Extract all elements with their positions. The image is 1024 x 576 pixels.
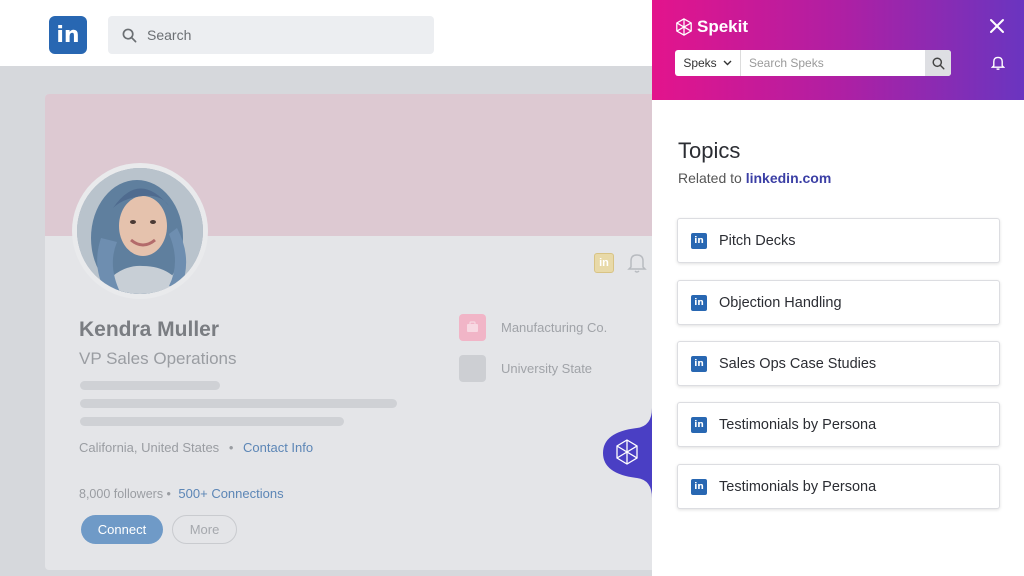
profile-followers-row: 8,000 followers • 500+ Connections — [79, 486, 284, 501]
school-icon — [459, 355, 486, 382]
topic-label: Sales Ops Case Studies — [719, 355, 877, 372]
speks-search-input[interactable] — [741, 50, 925, 76]
topic-card[interactable]: in Pitch Decks — [677, 218, 1000, 263]
speks-search-button[interactable] — [925, 50, 951, 76]
close-icon[interactable] — [989, 18, 1005, 34]
followers-count: 8,000 followers • — [79, 487, 171, 501]
topic-label: Testimonials by Persona — [719, 416, 877, 433]
linkedin-logo[interactable]: in — [49, 16, 87, 54]
linkedin-topbar: in Search — [0, 0, 652, 66]
skeleton-line — [80, 381, 220, 390]
profile-location-row: California, United States • Contact Info — [79, 440, 313, 455]
connect-button[interactable]: Connect — [81, 515, 163, 544]
location-separator: • — [228, 440, 234, 455]
topics-heading: Topics — [678, 138, 741, 163]
search-icon — [122, 28, 137, 42]
bell-icon — [627, 254, 647, 273]
profile-name: Kendra Muller — [79, 318, 220, 341]
related-prefix: Related to — [678, 170, 742, 186]
spekit-logo-icon — [676, 18, 692, 36]
topic-card[interactable]: in Objection Handling — [677, 280, 1000, 325]
topic-label: Objection Handling — [719, 294, 842, 311]
linkedin-icon: in — [691, 355, 707, 372]
skeleton-line — [80, 399, 397, 408]
linkedin-mini-icon: in — [594, 253, 614, 273]
experience-school: University State — [501, 361, 593, 376]
profile-title: VP Sales Operations — [79, 349, 237, 368]
topic-card[interactable]: in Testimonials by Persona — [677, 464, 1000, 509]
topic-card[interactable]: in Testimonials by Persona — [677, 402, 1000, 447]
related-to-text: Related to linkedin.com — [678, 170, 831, 186]
linkedin-search-placeholder: Search — [147, 27, 192, 43]
avatar[interactable] — [72, 163, 208, 299]
connections-link[interactable]: 500+ Connections — [178, 486, 283, 501]
topic-card[interactable]: in Sales Ops Case Studies — [677, 341, 1000, 386]
related-domain-link[interactable]: linkedin.com — [746, 170, 832, 186]
topic-label: Testimonials by Persona — [719, 478, 877, 495]
search-icon — [931, 56, 945, 70]
spekit-search-bar: Speks — [675, 50, 951, 76]
profile-location: California, United States — [79, 440, 220, 455]
spekit-panel: Spekit Speks Topics Related to linkedin.… — [652, 0, 1024, 576]
speks-filter-dropdown[interactable]: Speks — [675, 50, 741, 76]
topic-label: Pitch Decks — [719, 232, 796, 249]
profile-photo — [77, 168, 203, 294]
notification-bell-icon[interactable] — [991, 55, 1005, 71]
linkedin-search[interactable]: Search — [108, 16, 434, 54]
linkedin-icon: in — [691, 294, 707, 311]
briefcase-icon — [459, 314, 486, 341]
skeleton-line — [80, 417, 344, 426]
contact-info-link[interactable]: Contact Info — [243, 440, 313, 455]
linkedin-icon: in — [691, 416, 707, 433]
spekit-brand: Spekit — [675, 17, 748, 37]
linkedin-icon: in — [691, 232, 707, 249]
chevron-down-icon — [723, 60, 732, 66]
spekit-header: Spekit Speks — [652, 0, 1024, 100]
speks-filter-label: Speks — [683, 56, 717, 70]
linkedin-icon: in — [691, 478, 707, 495]
experience-company: Manufacturing Co. — [501, 320, 608, 335]
spekit-brand-name: Spekit — [697, 17, 749, 36]
more-button[interactable]: More — [172, 515, 237, 544]
